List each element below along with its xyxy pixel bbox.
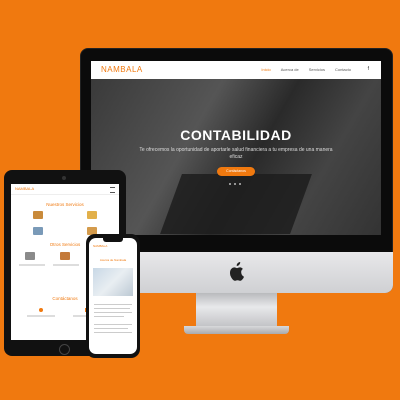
- text-line: [94, 304, 132, 306]
- service-icon: [87, 211, 97, 219]
- menu-item-acerca[interactable]: Acerca de: [281, 67, 299, 72]
- desktop-navbar: NAMBALA Inicio Acerca de Servicios Conta…: [91, 61, 381, 79]
- phone-about-image: [93, 268, 133, 296]
- tablet-services-heading: Nuestros Servicios: [46, 202, 84, 207]
- service-icon: [33, 227, 43, 235]
- desktop-screen: NAMBALA Inicio Acerca de Servicios Conta…: [91, 61, 381, 235]
- menu-item-servicios[interactable]: Servicios: [309, 67, 325, 72]
- hamburger-icon[interactable]: [110, 187, 115, 193]
- facebook-icon[interactable]: f: [368, 66, 369, 72]
- phone-device: NAMBALA Acerca de Nambala: [86, 234, 140, 358]
- hero-subtitle: Te ofrecemos la oportunidad de aportarle…: [139, 147, 333, 160]
- text-line: [19, 264, 45, 266]
- tablet-home-button: [59, 344, 70, 355]
- location-icon: [39, 308, 43, 312]
- text-line: [27, 315, 55, 317]
- service-icon: [60, 252, 70, 260]
- contact-button[interactable]: Contáctanos: [217, 167, 255, 176]
- hero-title: CONTABILIDAD: [180, 127, 292, 143]
- desktop-logo[interactable]: NAMBALA: [101, 65, 143, 74]
- tablet-navbar: NAMBALA: [11, 184, 119, 195]
- tablet-camera: [62, 176, 66, 180]
- imac-stand: [196, 293, 277, 328]
- text-line: [94, 308, 130, 310]
- phone-screen: NAMBALA Acerca de Nambala: [89, 238, 137, 354]
- hero-section: CONTABILIDAD Te ofrecemos la oportunidad…: [91, 79, 381, 235]
- menu-item-contacto[interactable]: Contacto: [335, 67, 351, 72]
- menu-item-inicio[interactable]: Inicio: [261, 67, 270, 72]
- service-icon: [33, 211, 43, 219]
- text-line: [94, 332, 132, 334]
- text-line: [94, 324, 132, 326]
- phone-about-heading: Acerca de Nambala: [99, 258, 127, 262]
- carousel-dots[interactable]: [229, 183, 241, 185]
- imac-foot: [184, 326, 289, 334]
- desktop-menu: Inicio Acerca de Servicios Contacto: [261, 67, 351, 72]
- text-line: [53, 264, 79, 266]
- text-line: [94, 316, 124, 318]
- phone-notch: [103, 238, 123, 242]
- text-line: [94, 312, 132, 314]
- phone-logo[interactable]: NAMBALA: [93, 244, 107, 248]
- service-icon: [25, 252, 35, 260]
- tablet-logo[interactable]: NAMBALA: [15, 186, 34, 191]
- text-line: [94, 328, 128, 330]
- apple-logo-icon: [230, 262, 244, 281]
